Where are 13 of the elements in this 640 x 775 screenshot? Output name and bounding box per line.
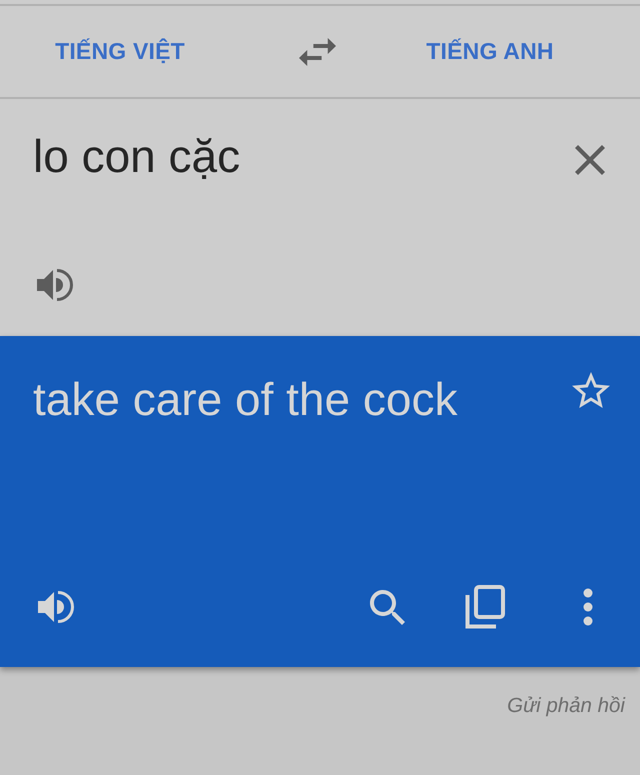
close-icon[interactable]	[575, 145, 605, 175]
source-text-field[interactable]: lo con cặc	[33, 129, 473, 184]
star-icon[interactable]	[572, 372, 610, 408]
speaker-icon[interactable]	[37, 267, 73, 303]
target-language-tab[interactable]: TIẾNG ANH	[422, 28, 558, 75]
send-feedback-link[interactable]: Gửi phản hồi	[507, 691, 625, 722]
swap-arrows-icon[interactable]	[298, 38, 336, 66]
search-icon[interactable]	[370, 590, 405, 624]
translation-text: take care of the cock	[33, 372, 458, 427]
speaker-icon[interactable]	[38, 589, 74, 625]
copy-icon[interactable]	[465, 585, 505, 629]
source-language-tab[interactable]: TIẾNG VIỆT	[51, 28, 189, 75]
more-options-icon[interactable]	[583, 588, 593, 626]
